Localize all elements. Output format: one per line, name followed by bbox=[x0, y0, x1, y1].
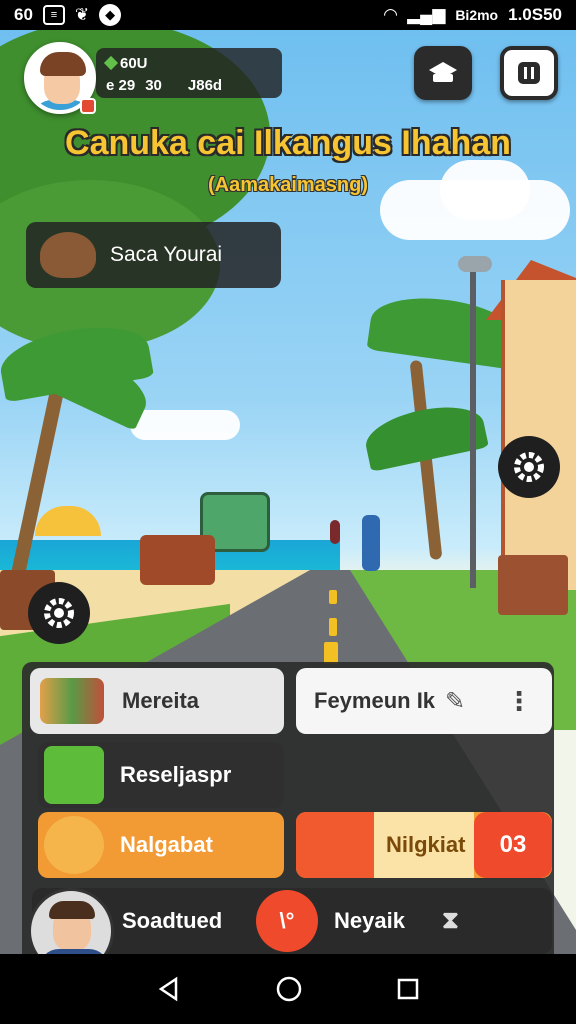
stats-row-top: 60U bbox=[103, 52, 272, 74]
cart[interactable] bbox=[140, 535, 215, 585]
game-subtitle: (Aamakaimasng) bbox=[207, 174, 369, 196]
shop-button[interactable] bbox=[414, 46, 472, 100]
status-left-text: 60 bbox=[14, 5, 33, 24]
notification-round-icon: ◆ bbox=[99, 4, 122, 26]
street-lamp-head bbox=[458, 256, 492, 272]
back-icon[interactable] bbox=[156, 976, 182, 1002]
cloud bbox=[130, 410, 240, 440]
system-nav-bar bbox=[0, 954, 576, 1024]
status-right: ◠ ▂▄▆ Bi2mo 1.0S50 bbox=[384, 5, 562, 25]
level-badge bbox=[80, 98, 96, 114]
action-button[interactable]: \° bbox=[256, 890, 318, 952]
soadtued-label[interactable]: Soadtued bbox=[122, 908, 222, 934]
road-marking bbox=[329, 618, 337, 636]
stat-mid: 30 bbox=[145, 76, 162, 94]
stat-left: e 29 bbox=[106, 76, 136, 94]
bowl-icon bbox=[40, 232, 96, 278]
menu-item-payment[interactable]: Feymeun Ik ✎ ⋮ bbox=[296, 668, 552, 734]
npc-person[interactable] bbox=[330, 520, 340, 544]
player-stats: 60U e 29 30 J86d bbox=[96, 48, 282, 98]
gear-icon bbox=[514, 452, 544, 482]
nilgkiat-count-badge: 03 bbox=[474, 812, 552, 878]
menu-item-merita[interactable]: Mereita bbox=[30, 668, 284, 734]
network-text: Bi2mo bbox=[455, 7, 499, 23]
pause-icon bbox=[518, 62, 540, 84]
merita-label: Mereita bbox=[122, 688, 200, 713]
road-marking bbox=[329, 590, 337, 604]
hourglass-icon[interactable]: ⧗ bbox=[442, 907, 459, 935]
gear-icon bbox=[44, 598, 74, 628]
neyaik-label[interactable]: Neyaik bbox=[334, 908, 405, 934]
reseljaspr-label: Reseljaspr bbox=[120, 762, 232, 787]
people-icon bbox=[40, 678, 104, 724]
stat-top: 60U bbox=[120, 54, 148, 72]
clock: 1.0S50 bbox=[508, 5, 562, 24]
nalgabat-label: Nalgabat bbox=[120, 832, 213, 857]
game-title: Canuka cai Ilkangus Ihahan bbox=[65, 124, 511, 162]
stat-right: J86d bbox=[187, 76, 223, 94]
mascot-icon bbox=[44, 816, 104, 874]
basket-icon bbox=[44, 746, 104, 804]
street-lamp bbox=[470, 258, 476, 588]
wifi-icon: ◠ bbox=[384, 5, 398, 24]
nilgkiat-label: Nilgkiat bbox=[386, 832, 466, 857]
gem-icon bbox=[103, 55, 119, 70]
beach-umbrella bbox=[35, 506, 101, 536]
leaf-icon: ❦ bbox=[74, 5, 90, 24]
more-vert-icon[interactable]: ⋮ bbox=[506, 686, 532, 717]
npc-person[interactable] bbox=[362, 515, 380, 571]
status-bar: 60 ≡ ❦ ◆ ◠ ▂▄▆ Bi2mo 1.0S50 bbox=[0, 0, 576, 30]
stats-row-bottom: e 29 30 J86d bbox=[106, 74, 272, 96]
journal-button[interactable]: Saca Yourai bbox=[26, 222, 281, 288]
road-marking bbox=[324, 642, 338, 664]
settings-button-left[interactable] bbox=[28, 582, 90, 644]
bench bbox=[498, 555, 568, 615]
pause-button[interactable] bbox=[500, 46, 558, 100]
payment-label: Feymeun Ik bbox=[314, 688, 436, 713]
settings-button-right[interactable] bbox=[498, 436, 560, 498]
recents-icon[interactable] bbox=[396, 977, 420, 1001]
status-left: 60 ≡ ❦ ◆ bbox=[14, 4, 122, 26]
journal-label: Saca Yourai bbox=[110, 243, 223, 266]
menu-item-nalgabat[interactable]: Nalgabat bbox=[38, 812, 284, 878]
pencil-icon: ✎ bbox=[445, 687, 466, 715]
menu-item-reseljaspr[interactable]: Reseljaspr bbox=[38, 742, 284, 808]
nilgkiat-left-fill bbox=[296, 812, 374, 878]
notification-icon: ≡ bbox=[42, 5, 65, 25]
hat-icon bbox=[429, 62, 457, 82]
home-icon[interactable] bbox=[275, 975, 303, 1003]
signal-icon: ▂▄▆ bbox=[407, 5, 446, 24]
house bbox=[501, 280, 576, 590]
